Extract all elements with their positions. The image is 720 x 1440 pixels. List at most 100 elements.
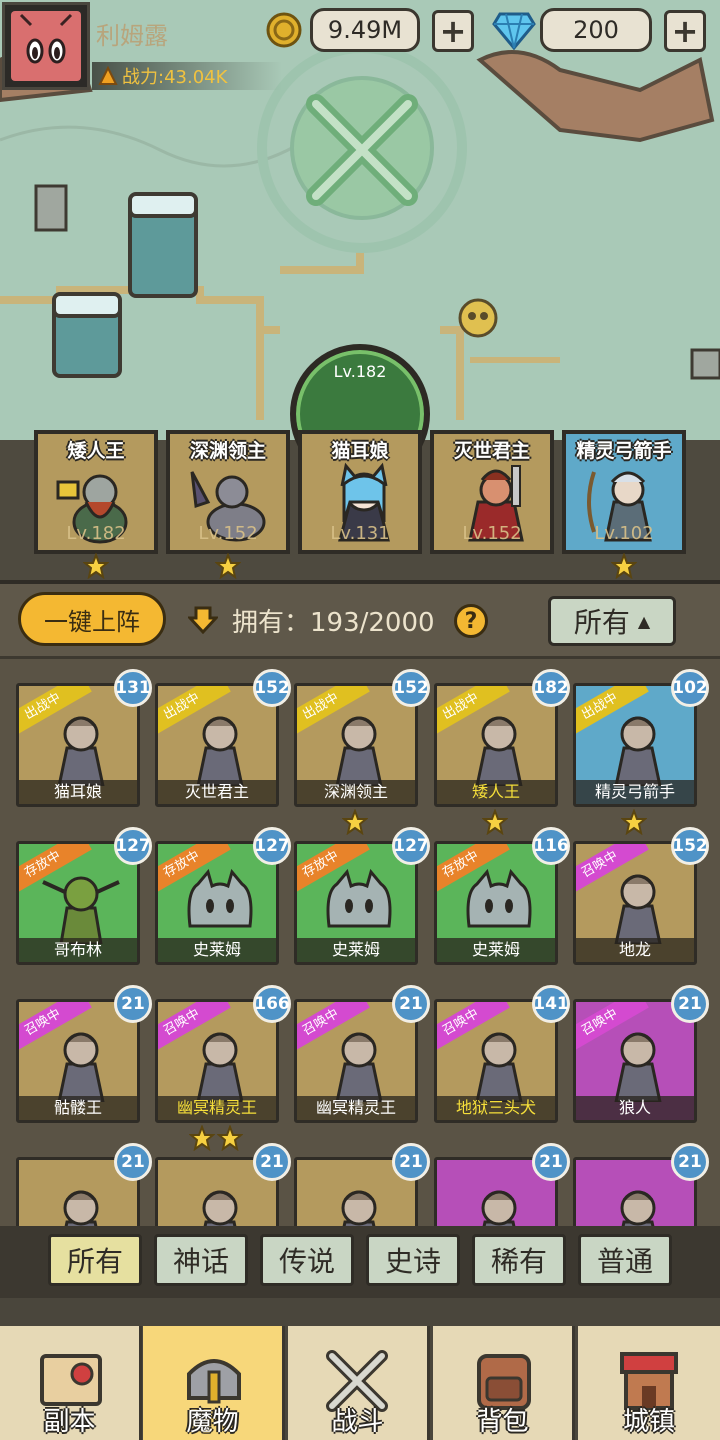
monster-portrait bbox=[196, 1032, 244, 1102]
nav-label: 副本 bbox=[43, 1407, 96, 1437]
rarity-tab-rare[interactable]: 稀有 bbox=[472, 1234, 566, 1286]
squad-name: 猫耳娘 bbox=[331, 440, 389, 462]
monster-name: 深渊领主 bbox=[297, 780, 415, 804]
squad-name: 深渊领主 bbox=[189, 440, 266, 462]
player-name: 利姆露 bbox=[96, 22, 168, 50]
power-icon bbox=[98, 66, 118, 85]
monster-portrait bbox=[614, 716, 662, 786]
level-bubble: 141 bbox=[532, 985, 570, 1023]
rarity-tab-mythic[interactable]: 神话 bbox=[154, 1234, 248, 1286]
star-icon bbox=[621, 809, 647, 835]
add-gold-button[interactable]: + bbox=[432, 10, 474, 52]
monster-portrait bbox=[341, 1190, 377, 1226]
star-icon bbox=[189, 1125, 215, 1151]
nav-label: 背包 bbox=[476, 1407, 529, 1437]
star-icon bbox=[217, 1125, 243, 1151]
star-icon bbox=[611, 553, 637, 579]
level-bubble: 152 bbox=[253, 669, 291, 707]
star-icon bbox=[482, 809, 508, 835]
monster-portrait bbox=[202, 1190, 238, 1226]
monster-portrait bbox=[614, 1032, 662, 1102]
monster-portrait bbox=[475, 1032, 523, 1102]
nav-backpack[interactable]: 背包 bbox=[433, 1326, 575, 1440]
monster-portrait bbox=[620, 1190, 656, 1226]
add-gems-button[interactable]: + bbox=[664, 10, 706, 52]
gold-coin-icon bbox=[266, 12, 302, 48]
squad-level: Lv.152 bbox=[462, 523, 522, 544]
slime-portrait bbox=[466, 868, 532, 928]
level-bubble: 182 bbox=[532, 669, 570, 707]
monster-portrait bbox=[57, 716, 105, 786]
level-bubble: 21 bbox=[253, 1143, 291, 1181]
monster-name: 哥布林 bbox=[19, 938, 137, 962]
level-bubble: 21 bbox=[671, 1143, 709, 1181]
monster-name: 精灵弓箭手 bbox=[576, 780, 694, 804]
squad-name: 灭世君主 bbox=[453, 440, 530, 462]
nav-battle[interactable]: 战斗 bbox=[288, 1326, 430, 1440]
nav-label: 城镇 bbox=[622, 1407, 675, 1437]
monster-name: 幽冥精灵王 bbox=[158, 1096, 276, 1120]
leader-level: Lv.182 bbox=[333, 362, 387, 381]
monster-name: 狼人 bbox=[576, 1096, 694, 1120]
squad-slot-3[interactable]: 猫耳娘 Lv.131 bbox=[298, 430, 422, 554]
squad-slot-4[interactable]: 灭世君主 Lv.152 bbox=[430, 430, 554, 554]
rarity-tab-legendary[interactable]: 传说 bbox=[260, 1234, 354, 1286]
player-avatar[interactable] bbox=[2, 2, 90, 90]
monster-portrait bbox=[57, 1032, 105, 1102]
level-bubble: 152 bbox=[671, 827, 709, 865]
star-icon bbox=[83, 553, 109, 579]
monster-portrait bbox=[63, 1190, 99, 1226]
star-icon bbox=[215, 553, 241, 579]
squad-level: Lv.131 bbox=[330, 523, 390, 544]
level-bubble: 21 bbox=[114, 985, 152, 1023]
squad-slot-5[interactable]: 精灵弓箭手 Lv.102 bbox=[562, 430, 686, 554]
level-bubble: 116 bbox=[532, 827, 570, 865]
monster-name: 史莱姆 bbox=[158, 938, 276, 962]
monster-name: 矮人王 bbox=[437, 780, 555, 804]
combat-power: 战力:43.04K bbox=[92, 62, 282, 90]
squad-name: 矮人王 bbox=[67, 440, 125, 462]
diamond-icon bbox=[492, 12, 536, 50]
rarity-tab-common[interactable]: 普通 bbox=[578, 1234, 672, 1286]
level-bubble: 21 bbox=[671, 985, 709, 1023]
nav-dungeon[interactable]: 副本 bbox=[0, 1326, 142, 1440]
nav-monsters[interactable]: 魔物 bbox=[143, 1326, 285, 1440]
level-bubble: 21 bbox=[392, 985, 430, 1023]
owned-count: 拥有：193/2000 bbox=[232, 608, 435, 638]
monster-grid[interactable]: 出战中 猫耳娘 131 出战中 灭世君主 152 出战中 深渊领主 152 出战中 矮人王 182 出战… bbox=[0, 656, 720, 1226]
nav-label: 魔物 bbox=[186, 1407, 239, 1437]
auto-deploy-button[interactable]: 一键上阵 bbox=[18, 592, 166, 646]
level-bubble: 127 bbox=[114, 827, 152, 865]
goblin-portrait bbox=[42, 876, 120, 944]
level-bubble: 21 bbox=[114, 1143, 152, 1181]
squad-slot-1[interactable]: 矮人王 Lv.182 bbox=[34, 430, 158, 554]
squad-name: 精灵弓箭手 bbox=[576, 440, 672, 462]
help-icon[interactable]: ? bbox=[454, 604, 488, 638]
squad-level: Lv.102 bbox=[594, 523, 654, 544]
slime-portrait bbox=[187, 868, 253, 928]
monster-name: 史莱姆 bbox=[437, 938, 555, 962]
level-bubble: 21 bbox=[532, 1143, 570, 1181]
monster-portrait bbox=[335, 716, 383, 786]
gold-amount: 9.49M bbox=[310, 8, 420, 52]
monster-name: 史莱姆 bbox=[297, 938, 415, 962]
triangle-up-icon: ▲ bbox=[637, 611, 651, 631]
filter-label: 所有 bbox=[573, 606, 630, 639]
slime-portrait bbox=[326, 868, 392, 928]
monster-name: 地龙 bbox=[576, 938, 694, 962]
filter-dropdown[interactable]: 所有 ▲ bbox=[548, 596, 676, 646]
sort-down-arrow-icon[interactable] bbox=[188, 606, 218, 634]
monster-name: 灭世君主 bbox=[158, 780, 276, 804]
nav-label: 战斗 bbox=[331, 1407, 384, 1437]
monster-name: 幽冥精灵王 bbox=[297, 1096, 415, 1120]
level-bubble: 127 bbox=[392, 827, 430, 865]
monster-portrait bbox=[614, 874, 662, 944]
star-icon bbox=[342, 809, 368, 835]
level-bubble: 131 bbox=[114, 669, 152, 707]
nav-town[interactable]: 城镇 bbox=[578, 1326, 720, 1440]
level-bubble: 21 bbox=[392, 1143, 430, 1181]
squad-slot-2[interactable]: 深渊领主 Lv.152 bbox=[166, 430, 290, 554]
rarity-tab-epic[interactable]: 史诗 bbox=[366, 1234, 460, 1286]
rarity-tab-all[interactable]: 所有 bbox=[48, 1234, 142, 1286]
monster-name: 地狱三头犬 bbox=[437, 1096, 555, 1120]
